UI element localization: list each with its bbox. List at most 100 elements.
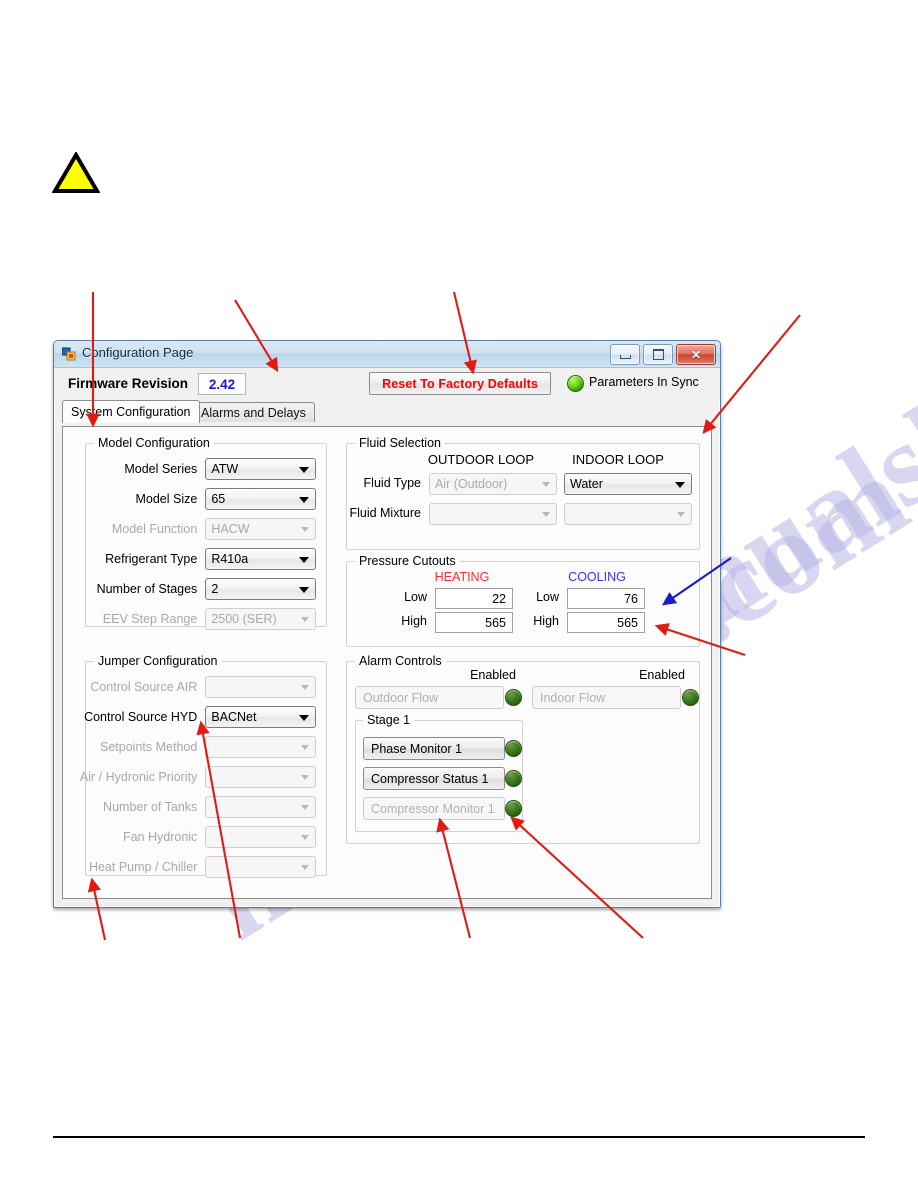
chevron-down-icon [301,835,309,840]
pressure-cutouts-group: Pressure Cutouts HEATING COOLING Low 22 … [346,554,700,647]
number-of-stages-select[interactable]: 2 [205,578,316,600]
control-source-air-label: Control Source AIR [90,680,198,694]
enabled-header-left: Enabled [470,668,516,682]
fluid-mixture-label: Fluid Mixture [349,506,421,520]
compressor-status-1-led [505,770,522,787]
control-source-hyd-value: BACNet [211,710,257,724]
heating-high-input[interactable]: 565 [435,612,513,633]
model-configuration-title: Model Configuration [94,436,214,450]
reset-to-factory-defaults-button[interactable]: Reset To Factory Defaults [369,372,551,395]
cooling-high-input[interactable]: 565 [567,612,645,633]
refrigerant-type-label: Refrigerant Type [105,552,198,566]
parameters-in-sync-label: Parameters In Sync [589,375,699,389]
model-series-select[interactable]: ATW [205,458,316,480]
chevron-down-icon [542,512,550,517]
firmware-revision-value: 2.42 [198,373,246,395]
control-source-hyd-label: Control Source HYD [84,710,198,724]
fluid-type-indoor-value: Water [570,477,603,491]
chevron-down-icon [301,775,309,780]
number-of-tanks-label: Number of Tanks [103,800,198,814]
chevron-down-icon [301,617,309,622]
eev-step-range-select: 2500 (SER) [205,608,316,630]
chevron-down-icon [675,482,685,488]
page-footer-rule [53,1136,865,1138]
chevron-down-icon [299,497,309,503]
model-configuration-group: Model Configuration Model Series ATW Mod… [85,436,327,630]
window-header-bar: Firmware Revision 2.42 Reset To Factory … [54,368,720,400]
heat-pump-chiller-select [205,856,316,878]
close-icon[interactable]: ✕ [676,344,716,365]
jumper-configuration-title: Jumper Configuration [94,654,222,668]
tab-strip: System Configuration Alarms and Delays [62,400,712,423]
fluid-type-label: Fluid Type [363,476,421,490]
phase-monitor-1-button[interactable]: Phase Monitor 1 [363,737,505,760]
chevron-down-icon [301,685,309,690]
cooling-low-label: Low [536,590,559,604]
stage-1-group: Stage 1 Phase Monitor 1 Compressor Statu… [355,713,523,832]
window-title: Configuration Page [82,345,194,360]
outdoor-flow-led [505,689,522,706]
tab-alarms-and-delays[interactable]: Alarms and Delays [192,402,315,422]
model-size-label: Model Size [135,492,198,506]
window-controls: ✕ [610,344,716,365]
cooling-header: COOLING [568,570,626,584]
model-function-select: HACW [205,518,316,540]
chevron-down-icon [299,587,309,593]
air-hydronic-priority-select [205,766,316,788]
model-function-value: HACW [211,522,250,536]
model-function-label: Model Function [111,522,198,536]
tab-system-configuration[interactable]: System Configuration [62,400,200,423]
eev-step-range-label: EEV Step Range [102,612,198,626]
tab-page-system-configuration: Model Configuration Model Series ATW Mod… [62,426,712,899]
maximize-icon[interactable] [643,344,673,365]
chevron-down-icon [299,715,309,721]
fluid-type-outdoor-value: Air (Outdoor) [435,477,508,491]
fluid-mixture-indoor-select [564,503,692,525]
chevron-down-icon [301,865,309,870]
compressor-status-1-button[interactable]: Compressor Status 1 [363,767,505,790]
fluid-type-indoor-select[interactable]: Water [564,473,692,495]
number-of-stages-label: Number of Stages [96,582,198,596]
heating-header: HEATING [434,570,490,584]
indoor-flow-button: Indoor Flow [532,686,681,709]
alarm-controls-group: Alarm Controls Enabled Enabled Outdoor F… [346,654,700,844]
compressor-monitor-1-button: Compressor Monitor 1 [363,797,505,820]
outdoor-flow-button: Outdoor Flow [355,686,504,709]
model-series-value: ATW [211,462,239,476]
chevron-down-icon [677,512,685,517]
fan-hydronic-label: Fan Hydronic [122,830,198,844]
minimize-icon[interactable] [610,344,640,365]
window-title-bar[interactable]: Configuration Page ✕ [54,341,720,368]
model-size-select[interactable]: 65 [205,488,316,510]
chevron-down-icon [301,745,309,750]
control-source-air-select [205,676,316,698]
fluid-mixture-outdoor-select [429,503,557,525]
fan-hydronic-select [205,826,316,848]
chevron-down-icon [301,527,309,532]
heating-low-input[interactable]: 22 [435,588,513,609]
model-size-value: 65 [211,492,226,506]
jumper-configuration-group: Jumper Configuration Control Source AIR … [80,654,327,878]
refrigerant-type-select[interactable]: R410a [205,548,316,570]
control-source-hyd-select[interactable]: BACNet [205,706,316,728]
air-hydronic-priority-label: Air / Hydronic Priority [79,770,198,784]
setpoints-method-select [205,736,316,758]
chevron-down-icon [299,467,309,473]
chevron-down-icon [301,805,309,810]
document-page: manualslib.com manualslib.com Configurat… [0,0,918,1188]
chevron-down-icon [299,557,309,563]
model-series-label: Model Series [124,462,198,476]
number-of-tanks-select [205,796,316,818]
fluid-selection-title: Fluid Selection [355,436,445,450]
cooling-low-input[interactable]: 76 [567,588,645,609]
heat-pump-chiller-label: Heat Pump / Chiller [88,860,198,874]
warning-triangle-icon [52,152,100,193]
setpoints-method-label: Setpoints Method [100,740,198,754]
phase-monitor-1-led [505,740,522,757]
configuration-page-window: Configuration Page ✕ Firmware Revision 2… [53,340,721,908]
heating-low-label: Low [404,590,427,604]
cooling-high-label: High [533,614,559,628]
app-window-icon [62,347,76,361]
pressure-cutouts-title: Pressure Cutouts [355,554,460,568]
stage-1-title: Stage 1 [363,713,415,727]
